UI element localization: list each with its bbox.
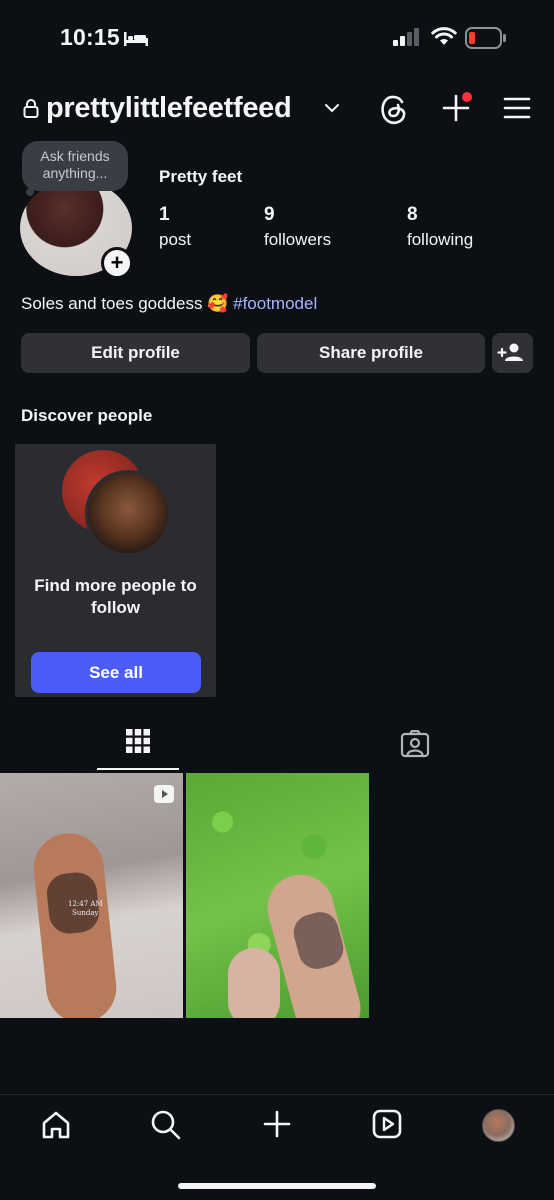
- share-profile-button[interactable]: Share profile: [257, 333, 485, 373]
- see-all-button[interactable]: See all: [31, 652, 201, 693]
- note-bubble[interactable]: Ask friends anything...: [22, 141, 128, 191]
- search-icon[interactable]: [150, 1109, 182, 1141]
- menu-icon[interactable]: [503, 96, 531, 120]
- wifi-icon: [431, 27, 457, 45]
- cellular-signal-icon: [393, 28, 419, 46]
- discover-card-text: Find more people to follow: [34, 576, 197, 617]
- profile-header: prettylittlefeetfeed: [0, 84, 554, 134]
- discover-people-button[interactable]: [492, 333, 533, 373]
- post-thumbnail[interactable]: [186, 773, 369, 1018]
- reel-icon: [154, 785, 174, 803]
- stat-following-label: following: [407, 230, 474, 249]
- stat-posts[interactable]: 1 post: [159, 204, 191, 250]
- note-bubble-tail: [26, 188, 34, 196]
- stat-followers-count: 9: [264, 204, 275, 225]
- bio-emoji: 🥰: [207, 294, 229, 313]
- sleep-focus-icon: [124, 32, 148, 46]
- post-caption: 12:47 AM Sunday: [68, 900, 103, 918]
- home-icon[interactable]: [40, 1109, 72, 1141]
- post-image-content: [228, 948, 280, 1018]
- chevron-down-icon[interactable]: [324, 102, 340, 114]
- stat-posts-count: 1: [159, 204, 170, 225]
- reels-icon[interactable]: [372, 1109, 402, 1139]
- suggested-avatar: [85, 470, 171, 556]
- discover-people-title: Discover people: [21, 406, 153, 425]
- threads-icon[interactable]: [379, 93, 409, 125]
- bio-text: Soles and toes goddess: [21, 294, 203, 313]
- profile-avatar-tab[interactable]: [482, 1109, 515, 1142]
- home-indicator: [178, 1183, 376, 1189]
- stat-following-count: 8: [407, 204, 418, 225]
- post-caption-time: 12:47 AM: [68, 900, 103, 908]
- notification-dot: [462, 92, 472, 102]
- discover-card: Find more people to follow See all: [15, 444, 216, 697]
- tagged-tab-icon[interactable]: [400, 730, 430, 758]
- active-tab-underline: [97, 768, 179, 770]
- stat-following[interactable]: 8 following: [407, 204, 473, 250]
- account-username[interactable]: prettylittlefeetfeed: [46, 92, 292, 125]
- lock-icon: [23, 99, 39, 118]
- bio: Soles and toes goddess 🥰 #footmodel: [21, 294, 317, 314]
- status-time: 10:15: [60, 24, 120, 50]
- post-caption-day: Sunday: [72, 909, 99, 917]
- status-bar: 10:15: [0, 0, 554, 76]
- stat-followers[interactable]: 9 followers: [264, 204, 331, 250]
- create-icon[interactable]: [262, 1109, 292, 1139]
- add-story-plus-icon[interactable]: +: [101, 247, 133, 279]
- grid-tab-icon[interactable]: [126, 729, 150, 753]
- stat-followers-label: followers: [264, 230, 332, 249]
- bio-hashtag-link[interactable]: #footmodel: [233, 294, 317, 313]
- battery-icon: [465, 27, 506, 49]
- stat-posts-label: post: [159, 230, 192, 249]
- post-thumbnail[interactable]: [0, 773, 183, 1018]
- display-name: Pretty feet: [159, 167, 243, 186]
- edit-profile-button[interactable]: Edit profile: [21, 333, 250, 373]
- add-person-icon: [497, 343, 523, 361]
